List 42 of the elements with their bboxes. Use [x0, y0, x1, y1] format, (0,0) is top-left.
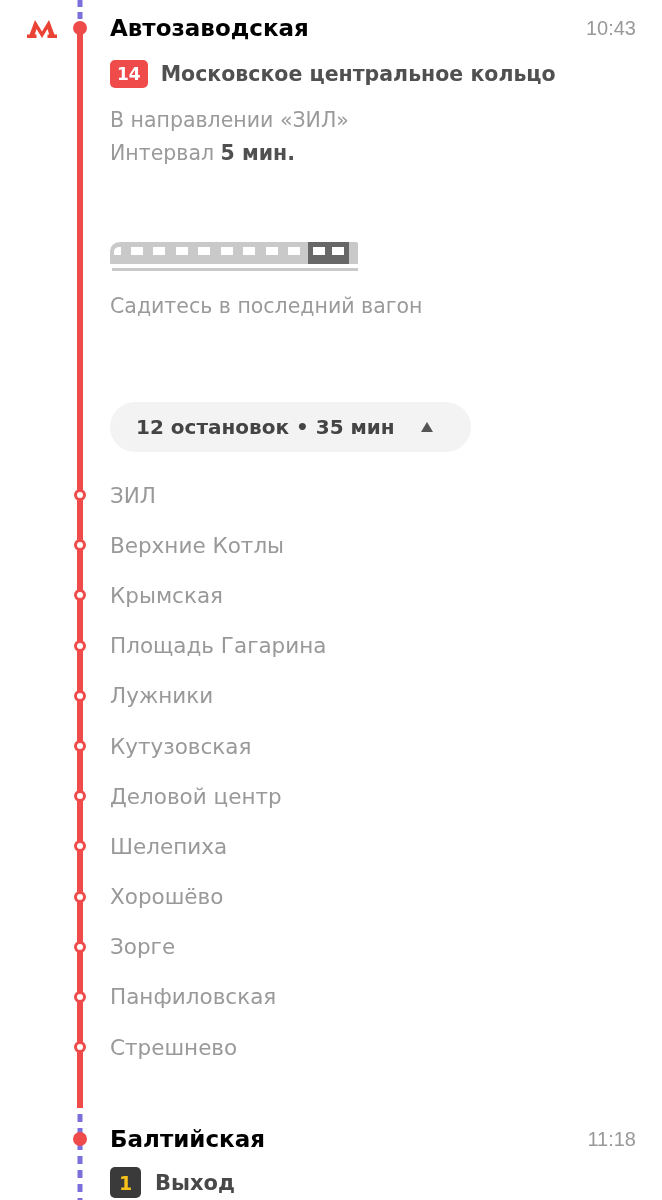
- stop-name: Стрешнево: [110, 1034, 239, 1060]
- station-dot-icon: [73, 1132, 87, 1147]
- stop-name: Крымская: [110, 582, 225, 608]
- dashed-line: [77, 0, 83, 20]
- stop-name: Лужники: [110, 683, 215, 709]
- stop-marker-icon: [74, 940, 86, 953]
- station-dot-icon: [73, 21, 87, 35]
- stop-name: Хорошёво: [110, 884, 225, 910]
- departure-time: 10:43: [585, 16, 636, 40]
- stop-marker-icon: [74, 840, 86, 853]
- stop-name: Шелепиха: [110, 833, 229, 859]
- stop-marker-icon: [74, 890, 86, 903]
- boarding-hint: Садитесь в последний вагон: [110, 293, 424, 320]
- stops-toggle-button[interactable]: 12 остановок • 35 мин: [110, 402, 471, 452]
- station-name: Автозаводская: [110, 15, 310, 41]
- stop-marker-icon: [74, 489, 86, 502]
- station-name: Балтийская: [110, 1126, 266, 1153]
- train-icon: [110, 242, 360, 271]
- stop-name: Площадь Гагарина: [110, 633, 328, 659]
- line-number-badge: 14: [110, 60, 148, 88]
- interval-text: Интервал 5 мин.: [110, 140, 297, 167]
- stop-marker-icon: [74, 539, 86, 552]
- stop-name: Верхние Котлы: [110, 532, 286, 558]
- stop-name: ЗИЛ: [110, 482, 158, 508]
- stop-marker-icon: [74, 790, 86, 803]
- stop-marker-icon: [74, 1041, 86, 1054]
- stop-marker-icon: [74, 689, 86, 702]
- stop-name: Панфиловская: [110, 984, 278, 1010]
- stop-marker-icon: [74, 990, 86, 1003]
- stop-name: Деловой центр: [110, 783, 283, 809]
- stop-marker-icon: [74, 639, 86, 652]
- exit-number-badge: 1: [110, 1167, 141, 1199]
- arrival-time: 11:18: [587, 1127, 636, 1151]
- stop-name: Зорге: [110, 934, 177, 960]
- metro-logo-icon: [27, 18, 57, 38]
- direction-text: В направлении «ЗИЛ»: [110, 107, 350, 134]
- exit-label: Выход: [155, 1170, 235, 1195]
- stop-marker-icon: [74, 740, 86, 753]
- stop-marker-icon: [74, 589, 86, 602]
- line-name: Московское центральное кольцо: [160, 62, 556, 86]
- caret-icon: [420, 422, 433, 432]
- stop-name: Кутузовская: [110, 733, 253, 759]
